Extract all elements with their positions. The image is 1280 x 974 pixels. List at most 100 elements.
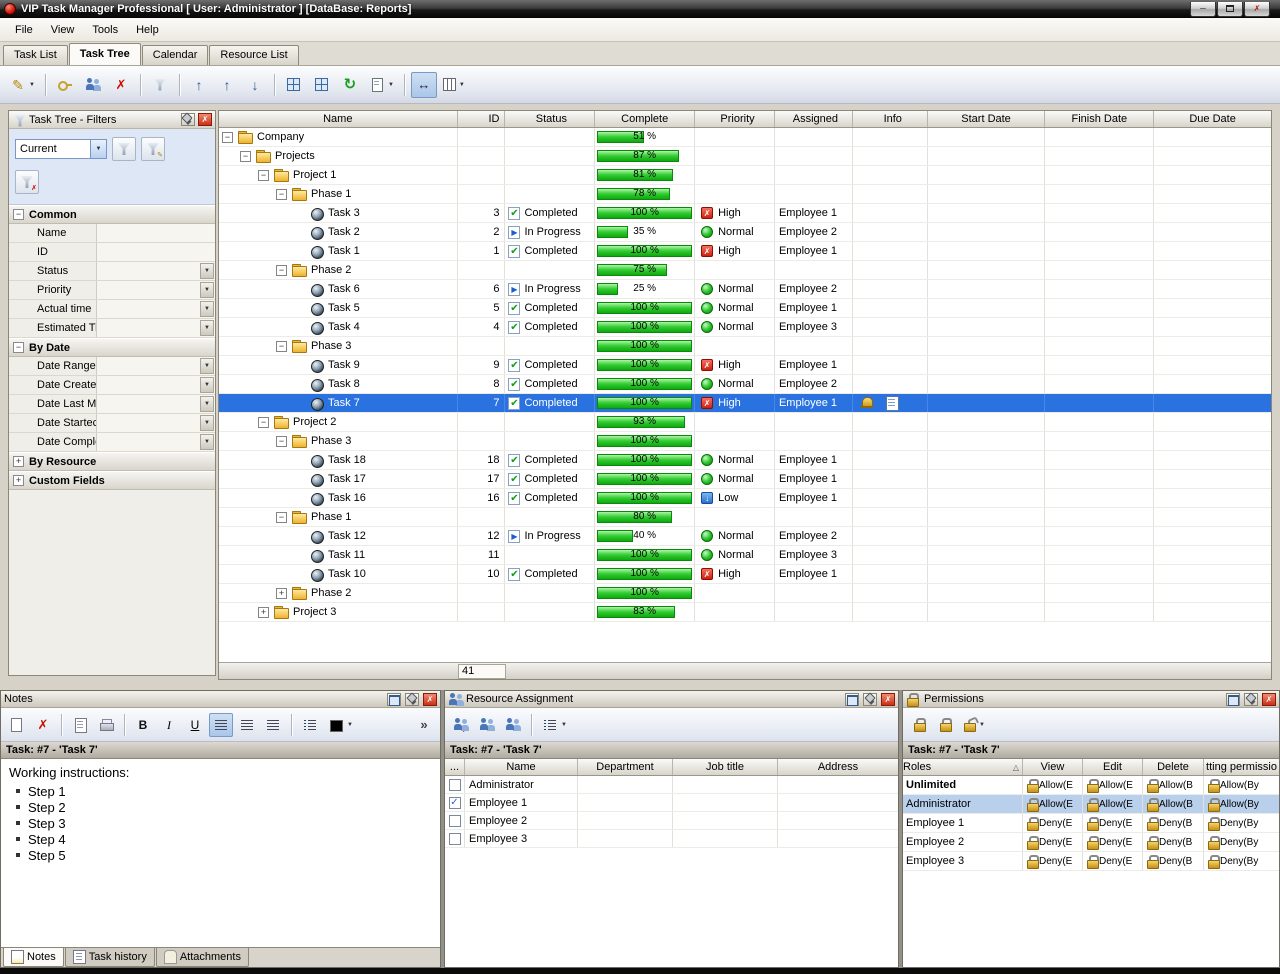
tree-row-task-12[interactable]: Task 1212▶In Progress40 %NormalEmployee …: [219, 527, 1271, 546]
filter-preset-select[interactable]: Current ▼: [15, 139, 107, 159]
filter-value-date-create[interactable]: ▼: [97, 376, 215, 394]
dropdown-arrow-icon[interactable]: ▼: [388, 82, 394, 88]
edit-task-button[interactable]: ✎▼: [6, 72, 39, 98]
tree-row-project-2[interactable]: −Project 293 %: [219, 413, 1271, 432]
minimize-button[interactable]: ─: [1190, 2, 1216, 17]
tree-row-task-11[interactable]: Task 1111100 %NormalEmployee 3: [219, 546, 1271, 565]
column-chooser-button[interactable]: ▼: [439, 72, 469, 98]
collapse-toggle-icon[interactable]: −: [276, 189, 287, 200]
filter-section-common[interactable]: −Common: [9, 205, 215, 224]
view-mode-button[interactable]: ▼: [538, 713, 571, 737]
dropdown-arrow-icon[interactable]: ▼: [200, 320, 214, 336]
pin-filters-button[interactable]: [181, 113, 195, 126]
align-right-button[interactable]: [261, 713, 285, 737]
delete-task-button[interactable]: ✗: [108, 72, 134, 98]
tree-row-task-9[interactable]: Task 99✔Completed100 %✗HighEmployee 1: [219, 356, 1271, 375]
collapse-toggle-icon[interactable]: −: [258, 417, 269, 428]
edit-note-button[interactable]: ✎: [5, 713, 29, 737]
checkbox-unchecked[interactable]: [449, 833, 461, 845]
dropdown-arrow-icon[interactable]: ▼: [459, 82, 465, 88]
pin-panel-button[interactable]: [1244, 693, 1258, 706]
column-header-assigned[interactable]: Assigned: [775, 111, 853, 127]
menu-help[interactable]: Help: [127, 21, 168, 39]
tree-row-project-3[interactable]: +Project 383 %: [219, 603, 1271, 622]
notes-icon[interactable]: [884, 395, 900, 411]
filter-value-date-startec[interactable]: ▼: [97, 414, 215, 432]
tree-row-task-4[interactable]: Task 44✔Completed100 %NormalEmployee 3: [219, 318, 1271, 337]
tree-row-task-16[interactable]: Task 1616✔Completed100 %↓LowEmployee 1: [219, 489, 1271, 508]
expand-toggle-icon[interactable]: +: [258, 607, 269, 618]
restore-panel-button[interactable]: [1226, 693, 1240, 706]
tree-row-task-6[interactable]: Task 66▶In Progress25 %NormalEmployee 2: [219, 280, 1271, 299]
tree-row-company[interactable]: −Company51 %: [219, 128, 1271, 147]
filter-value-priority[interactable]: ▼: [97, 281, 215, 299]
permission-row-administrator[interactable]: AdministratorAllow(EAllow(EAllow(BAllow(…: [903, 795, 1279, 814]
assign-resource-button[interactable]: [80, 72, 106, 98]
permission-row-employee-2[interactable]: Employee 2Deny(EDeny(EDeny(BDeny(By: [903, 833, 1279, 852]
column-header-edit[interactable]: Edit: [1083, 759, 1143, 775]
filter-value-id[interactable]: [97, 243, 215, 261]
column-header-view[interactable]: View: [1023, 759, 1083, 775]
collapse-icon[interactable]: −: [13, 342, 24, 353]
column-header-name[interactable]: Name: [465, 759, 578, 775]
clear-filter-button[interactable]: ✗: [15, 170, 39, 194]
filter-value-status[interactable]: ▼: [97, 262, 215, 280]
collapse-toggle-icon[interactable]: −: [276, 436, 287, 447]
tab-calendar[interactable]: Calendar: [142, 45, 209, 65]
column-header-priority[interactable]: Priority: [695, 111, 775, 127]
close-panel-button[interactable]: ✗: [881, 693, 895, 706]
collapse-icon[interactable]: −: [13, 209, 24, 220]
dropdown-arrow-icon[interactable]: ▼: [561, 722, 567, 728]
close-panel-button[interactable]: ✗: [1262, 693, 1276, 706]
column-header-status[interactable]: Status: [505, 111, 595, 127]
unassign-resource-button[interactable]: ✗: [449, 713, 473, 737]
tab-task-history[interactable]: Task history: [65, 948, 155, 967]
move-down-button[interactable]: ↓: [242, 72, 268, 98]
tree-row-phase-2[interactable]: −Phase 275 %: [219, 261, 1271, 280]
new-filter-button[interactable]: [112, 137, 136, 161]
grant-permission-button[interactable]: [907, 713, 931, 737]
move-up-button[interactable]: ↑: [214, 72, 240, 98]
dropdown-arrow-icon[interactable]: ▼: [200, 301, 214, 317]
resource-row-employee-1[interactable]: ✓Employee 1: [445, 794, 898, 812]
column-header-roles[interactable]: Roles△: [903, 759, 1023, 775]
tree-row-task-5[interactable]: Task 55✔Completed100 %NormalEmployee 1: [219, 299, 1271, 318]
font-color-button[interactable]: ▼: [324, 713, 357, 737]
resource-row-employee-2[interactable]: Employee 2: [445, 812, 898, 830]
align-center-button[interactable]: [235, 713, 259, 737]
checkbox-checked[interactable]: ✓: [449, 797, 461, 809]
tree-row-task-8[interactable]: Task 88✔Completed100 %NormalEmployee 2: [219, 375, 1271, 394]
filter-section-custom-fields[interactable]: +Custom Fields: [9, 471, 215, 490]
column-header-department[interactable]: Department: [578, 759, 673, 775]
dropdown-arrow-icon[interactable]: ▼: [200, 263, 214, 279]
collapse-toggle-icon[interactable]: −: [276, 512, 287, 523]
align-left-button[interactable]: [209, 713, 233, 737]
reset-permission-button[interactable]: ▼: [959, 713, 989, 737]
tree-row-task-3[interactable]: Task 33✔Completed100 %✗HighEmployee 1: [219, 204, 1271, 223]
dropdown-arrow-icon[interactable]: ▼: [347, 722, 353, 728]
dropdown-arrow-icon[interactable]: ▼: [200, 358, 214, 374]
dropdown-arrow-icon[interactable]: ▼: [200, 396, 214, 412]
tree-row-phase-3[interactable]: −Phase 3100 %: [219, 432, 1271, 451]
print-preview-button[interactable]: [68, 713, 92, 737]
tree-row-project-1[interactable]: −Project 181 %: [219, 166, 1271, 185]
collapse-toggle-icon[interactable]: −: [258, 170, 269, 181]
bullet-list-button[interactable]: [298, 713, 322, 737]
column-header-start-date[interactable]: Start Date: [928, 111, 1046, 127]
delete-note-button[interactable]: ✗: [31, 713, 55, 737]
refresh-button[interactable]: ↻: [337, 72, 363, 98]
notes-content[interactable]: Working instructions: Step 1Step 2Step 3…: [1, 759, 440, 947]
restore-panel-button[interactable]: [387, 693, 401, 706]
menu-file[interactable]: File: [6, 21, 42, 39]
filter-value-date-last-m[interactable]: ▼: [97, 395, 215, 413]
dropdown-arrow-icon[interactable]: ▼: [200, 282, 214, 298]
restore-panel-button[interactable]: [845, 693, 859, 706]
menu-view[interactable]: View: [42, 21, 84, 39]
move-top-button[interactable]: ↑: [186, 72, 212, 98]
tree-row-task-7[interactable]: Task 77✔Completed100 %✗HighEmployee 1: [219, 394, 1271, 413]
tree-row-phase-2[interactable]: +Phase 2100 %: [219, 584, 1271, 603]
tab-task-list[interactable]: Task List: [3, 45, 68, 65]
permission-row-unlimited[interactable]: UnlimitedAllow(EAllow(EAllow(BAllow(By: [903, 776, 1279, 795]
column-header-tting-permissio[interactable]: tting permissio: [1204, 759, 1279, 775]
print-button[interactable]: [94, 713, 118, 737]
